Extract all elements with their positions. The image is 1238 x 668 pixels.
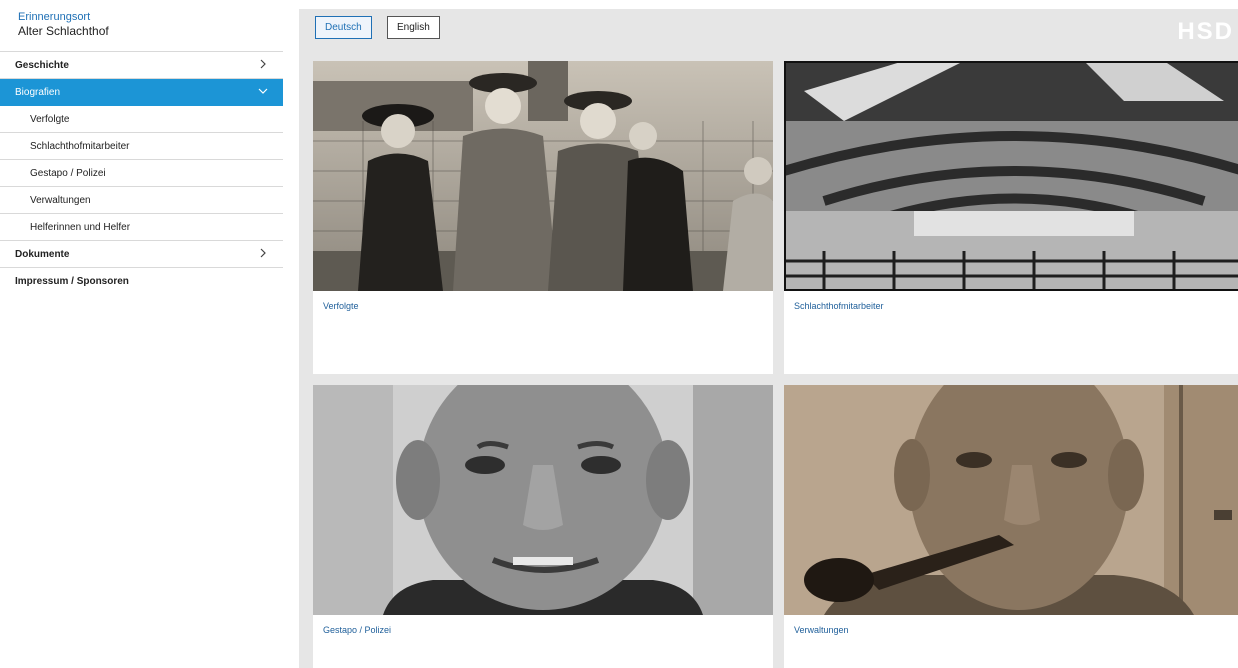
card-image-verfolgte[interactable]: [313, 61, 773, 291]
card-image-gestapo-polizei[interactable]: [313, 385, 773, 615]
language-button-english[interactable]: English: [387, 16, 440, 39]
card-verfolgte[interactable]: Verfolgte: [313, 61, 773, 374]
language-button-deutsch[interactable]: Deutsch: [315, 16, 372, 39]
chevron-right-icon: [260, 59, 266, 69]
language-bar: Deutsch English HSD: [299, 9, 1238, 51]
card-image-verwaltungen[interactable]: [784, 385, 1238, 615]
card-gestapo-polizei[interactable]: Gestapo / Polizei: [313, 385, 773, 668]
nav-item-impressum[interactable]: Impressum / Sponsoren: [0, 268, 283, 295]
nav-item-dokumente[interactable]: Dokumente: [0, 241, 283, 268]
card-caption[interactable]: Verwaltungen: [784, 615, 1238, 635]
chevron-right-icon: [260, 248, 266, 258]
nav-item-label: Biografien: [15, 87, 61, 98]
sidebar-item-verfolgte[interactable]: Verfolgte: [0, 106, 283, 133]
card-schlachthofmitarbeiter[interactable]: Schlachthofmitarbeiter: [784, 61, 1238, 374]
card-verwaltungen[interactable]: Verwaltungen: [784, 385, 1238, 668]
site-brand[interactable]: Erinnerungsort Alter Schlachthof: [0, 0, 283, 52]
card-caption[interactable]: Verfolgte: [313, 291, 773, 311]
nav-item-geschichte[interactable]: Geschichte: [0, 52, 283, 79]
group-photo-image: [313, 61, 773, 291]
nav-item-label: Geschichte: [15, 60, 69, 71]
sidebar-item-helferinnen-und-helfer[interactable]: Helferinnen und Helfer: [0, 214, 283, 241]
nav-item-label: Dokumente: [15, 249, 70, 260]
card-caption[interactable]: Gestapo / Polizei: [313, 615, 773, 635]
slaughterhouse-hall-image: [784, 61, 1238, 291]
brand-line2: Alter Schlachthof: [18, 24, 109, 38]
hsd-logo: HSD: [1177, 18, 1234, 45]
sidebar-item-gestapo-polizei[interactable]: Gestapo / Polizei: [0, 160, 283, 187]
sidebar-item-schlachthofmitarbeiter[interactable]: Schlachthofmitarbeiter: [0, 133, 283, 160]
nav-item-biografien[interactable]: Biografien: [0, 79, 283, 106]
brand-line1: Erinnerungsort: [18, 11, 91, 23]
nav-item-label: Impressum / Sponsoren: [15, 276, 129, 287]
main-content: Deutsch English HSD Verfolgte Schlachtho…: [299, 9, 1238, 668]
portrait-image: [313, 385, 773, 615]
chevron-down-icon: [258, 88, 268, 94]
sidebar-item-verwaltungen[interactable]: Verwaltungen: [0, 187, 283, 214]
card-caption[interactable]: Schlachthofmitarbeiter: [784, 291, 1238, 311]
card-image-schlachthofmitarbeiter[interactable]: [784, 61, 1238, 291]
portrait-pipe-image: [784, 385, 1238, 615]
sidebar: Erinnerungsort Alter Schlachthof Geschic…: [0, 0, 283, 668]
